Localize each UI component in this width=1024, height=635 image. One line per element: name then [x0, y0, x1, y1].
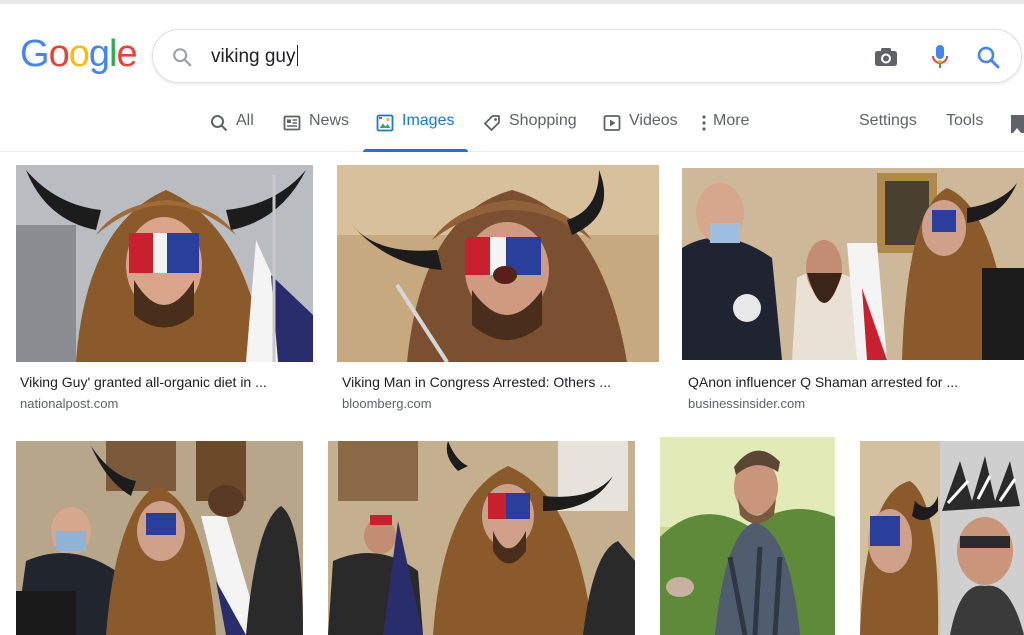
tab-label: Shopping [509, 112, 577, 129]
tag-icon [484, 115, 500, 131]
result-thumbnail[interactable] [337, 165, 659, 362]
active-tab-indicator [363, 149, 469, 152]
tab-all[interactable]: All [210, 112, 254, 152]
result-title[interactable]: Viking Man in Congress Arrested: Others … [342, 374, 611, 390]
tab-shopping[interactable]: Shopping [483, 112, 577, 152]
more-vert-icon [702, 115, 706, 131]
image-icon [376, 114, 394, 132]
logo-letter: G [20, 33, 50, 75]
logo-letter: g [88, 33, 110, 75]
camera-icon[interactable] [873, 44, 899, 70]
tab-label: More [713, 112, 750, 129]
settings-link[interactable]: Settings [859, 112, 917, 130]
search-input[interactable]: viking guy [211, 45, 298, 68]
result-thumbnail[interactable] [660, 437, 835, 635]
logo-letter: e [116, 33, 137, 75]
search-icon[interactable] [974, 43, 1002, 71]
microphone-icon[interactable] [928, 43, 952, 71]
tab-label: News [309, 112, 350, 129]
tools-link[interactable]: Tools [946, 112, 983, 130]
logo-letter: l [108, 33, 118, 75]
search-tabs: All News Images Shopping Videos More Set… [0, 100, 1024, 152]
logo-letter: o [68, 33, 90, 75]
result-source[interactable]: nationalpost.com [20, 396, 118, 411]
result-source[interactable]: businessinsider.com [688, 396, 805, 411]
search-query-text: viking guy [211, 46, 296, 67]
search-box[interactable]: viking guy [152, 29, 1022, 83]
result-title[interactable]: QAnon influencer Q Shaman arrested for .… [688, 374, 958, 390]
tab-images[interactable]: Images [363, 112, 469, 152]
search-icon [211, 115, 228, 132]
result-thumbnail[interactable] [16, 165, 313, 362]
tab-more[interactable]: More [701, 112, 749, 152]
top-border [0, 0, 1024, 4]
tab-label: Videos [629, 112, 678, 129]
play-icon [603, 115, 621, 131]
tab-videos[interactable]: Videos [603, 112, 678, 152]
result-title[interactable]: Viking Guy' granted all-organic diet in … [20, 374, 267, 390]
logo-letter: o [48, 33, 70, 75]
tab-news[interactable]: News [283, 112, 349, 152]
newspaper-icon [283, 115, 301, 131]
result-thumbnail[interactable] [328, 441, 635, 635]
tab-label: Images [402, 112, 455, 129]
result-thumbnail[interactable] [16, 441, 303, 635]
result-thumbnail[interactable] [682, 168, 1024, 360]
search-lens-icon [173, 48, 192, 67]
result-thumbnail[interactable] [860, 441, 1024, 635]
bookmark-icon[interactable] [1011, 115, 1024, 133]
text-caret [296, 45, 298, 66]
google-logo[interactable]: G o o g l e [20, 33, 138, 77]
tab-label: All [236, 112, 254, 129]
result-source[interactable]: bloomberg.com [342, 396, 432, 411]
